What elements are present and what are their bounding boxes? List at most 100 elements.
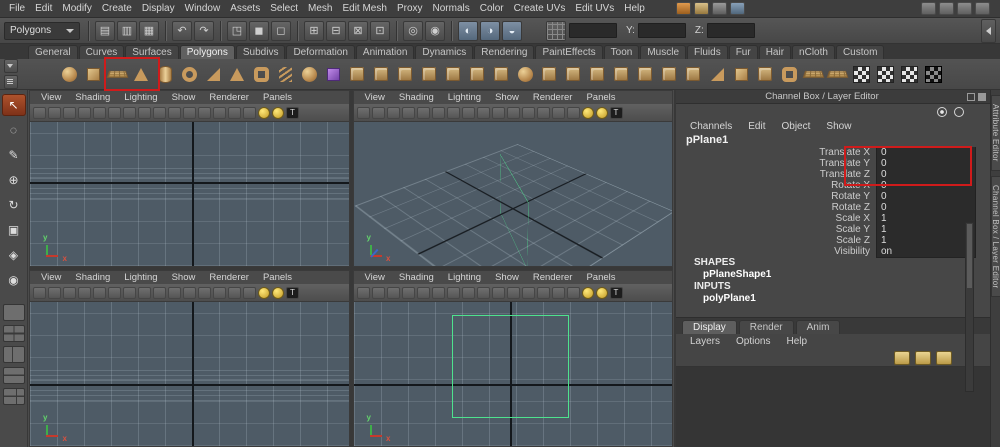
safe-action-icon[interactable] — [213, 287, 226, 299]
soft-modification-icon[interactable]: ◉ — [2, 269, 26, 291]
poly-soccer-ball-icon[interactable] — [298, 63, 320, 85]
shelf-tab-hair[interactable]: Hair — [759, 45, 791, 59]
safe-title-icon[interactable] — [228, 287, 241, 299]
viewport-menu-show[interactable]: Show — [488, 92, 526, 103]
redo-icon[interactable]: ↷ — [194, 21, 214, 41]
menu-mesh[interactable]: Mesh — [303, 2, 337, 15]
side-tab-attribute-editor[interactable]: Attribute Editor — [991, 95, 1000, 171]
select-camera-icon[interactable] — [33, 107, 46, 119]
field-chart-icon[interactable] — [198, 107, 211, 119]
gate-mask-icon[interactable] — [507, 107, 520, 119]
grease-pencil-icon[interactable] — [123, 107, 136, 119]
grid-toggle-icon[interactable] — [138, 287, 151, 299]
viewport-menu-shading[interactable]: Shading — [68, 272, 117, 283]
extract-icon[interactable] — [418, 63, 440, 85]
layer-list[interactable] — [676, 367, 990, 447]
viewport-menu-view[interactable]: View — [358, 272, 392, 283]
select-tool-icon[interactable]: ↖ — [2, 94, 26, 116]
shelf-tab-ncloth[interactable]: nCloth — [792, 45, 835, 59]
textured-mode-icon[interactable]: T — [286, 107, 299, 119]
camera-attributes-icon[interactable] — [387, 287, 400, 299]
safe-action-icon[interactable] — [213, 107, 226, 119]
wireframe-mode-icon[interactable] — [243, 107, 256, 119]
shelf-tab-muscle[interactable]: Muscle — [640, 45, 686, 59]
safe-action-icon[interactable] — [537, 107, 550, 119]
smooth-shade-icon[interactable] — [258, 107, 270, 119]
node-name[interactable]: polyPlane1 — [676, 293, 990, 305]
triangulate-icon[interactable] — [706, 63, 728, 85]
pop-out-panel-icon[interactable] — [967, 93, 975, 101]
single-perspective-layout-icon[interactable] — [3, 304, 25, 321]
viewport-canvas-persp[interactable]: yx — [354, 122, 673, 266]
wireframe-mode-icon[interactable] — [567, 107, 580, 119]
snap-to-planes-icon[interactable]: ⊡ — [370, 21, 390, 41]
scale-tool-icon[interactable]: ▣ — [2, 219, 26, 241]
viewport-menu-lighting[interactable]: Lighting — [441, 92, 488, 103]
viewport-canvas-top-left[interactable]: yx — [30, 122, 349, 266]
new-scene-icon[interactable]: ▤ — [95, 21, 115, 41]
reduce-icon[interactable] — [634, 63, 656, 85]
layer-menu-help[interactable]: Help — [778, 336, 815, 347]
sculpt-geometry-icon[interactable] — [346, 63, 368, 85]
layer-tab-display[interactable]: Display — [682, 320, 737, 334]
fill-hole-icon[interactable] — [754, 63, 776, 85]
lock-camera-icon[interactable] — [48, 107, 61, 119]
safe-title-icon[interactable] — [552, 107, 565, 119]
create-empty-layer-icon[interactable] — [894, 351, 910, 365]
menu-set-selector[interactable]: Polygons — [4, 22, 80, 40]
resolution-gate-icon[interactable] — [168, 107, 181, 119]
viewport-menu-view[interactable]: View — [358, 92, 392, 103]
use-all-lights-icon[interactable] — [596, 107, 608, 119]
menu-select[interactable]: Select — [265, 2, 303, 15]
channelbox-menu-edit[interactable]: Edit — [740, 121, 773, 132]
show-hide-sidebar-icon[interactable] — [981, 19, 996, 43]
viewport-menu-view[interactable]: View — [34, 92, 68, 103]
bookmark-icon[interactable] — [402, 107, 415, 119]
open-scene-icon[interactable]: ▥ — [117, 21, 137, 41]
field-chart-icon[interactable] — [198, 287, 211, 299]
help-line-icon[interactable] — [975, 2, 990, 15]
resolution-gate-icon[interactable] — [168, 287, 181, 299]
image-plane-icon[interactable] — [417, 287, 430, 299]
smooth-shade-icon[interactable] — [258, 287, 270, 299]
gate-mask-icon[interactable] — [183, 287, 196, 299]
two-d-pan-zoom-icon[interactable] — [432, 287, 445, 299]
menu-file[interactable]: File — [4, 2, 30, 15]
shelf-tab-fluids[interactable]: Fluids — [687, 45, 728, 59]
textured-mode-icon[interactable]: T — [286, 287, 299, 299]
menu-help[interactable]: Help — [619, 2, 650, 15]
uv-snapshot-icon[interactable] — [898, 63, 920, 85]
select-component-icon[interactable]: ◻ — [271, 21, 291, 41]
four-view-layout-icon[interactable] — [3, 325, 25, 342]
universal-manipulator-icon[interactable]: ◈ — [2, 244, 26, 266]
menu-edit-mesh[interactable]: Edit Mesh — [337, 2, 391, 15]
viewport-canvas-bottom-left[interactable]: yx — [30, 302, 349, 446]
combine-icon[interactable] — [370, 63, 392, 85]
uv-editor-icon[interactable] — [922, 63, 944, 85]
menu-edit[interactable]: Edit — [30, 2, 57, 15]
shelf-tab-polygons[interactable]: Polygons — [180, 45, 235, 59]
boolean-union-icon[interactable] — [442, 63, 464, 85]
gate-mask-icon[interactable] — [183, 107, 196, 119]
shelf-tab-curves[interactable]: Curves — [79, 45, 125, 59]
grease-pencil-icon[interactable] — [447, 287, 460, 299]
shelf-tab-painteffects[interactable]: PaintEffects — [535, 45, 602, 59]
create-polygon-icon[interactable] — [802, 63, 824, 85]
close-panel-icon[interactable] — [978, 93, 986, 101]
poly-helix-icon[interactable] — [274, 63, 296, 85]
outliner-toggle-icon[interactable] — [957, 2, 972, 15]
construction-history-icon[interactable]: ◉ — [425, 21, 445, 41]
resolution-gate-icon[interactable] — [492, 287, 505, 299]
paint-selection-tool-icon[interactable]: ✎ — [2, 144, 26, 166]
boolean-intersection-icon[interactable] — [490, 63, 512, 85]
grease-pencil-icon[interactable] — [123, 287, 136, 299]
two-d-pan-zoom-icon[interactable] — [108, 287, 121, 299]
channelbox-menu-channels[interactable]: Channels — [682, 121, 740, 132]
menu-proxy[interactable]: Proxy — [392, 2, 428, 15]
favorites-icon[interactable] — [676, 2, 691, 15]
viewport-menu-renderer[interactable]: Renderer — [526, 272, 580, 283]
viewport-menu-show[interactable]: Show — [488, 272, 526, 283]
move-tool-icon[interactable]: ⊕ — [2, 169, 26, 191]
two-d-pan-zoom-icon[interactable] — [432, 107, 445, 119]
hotbox-controls-icon[interactable] — [730, 2, 745, 15]
